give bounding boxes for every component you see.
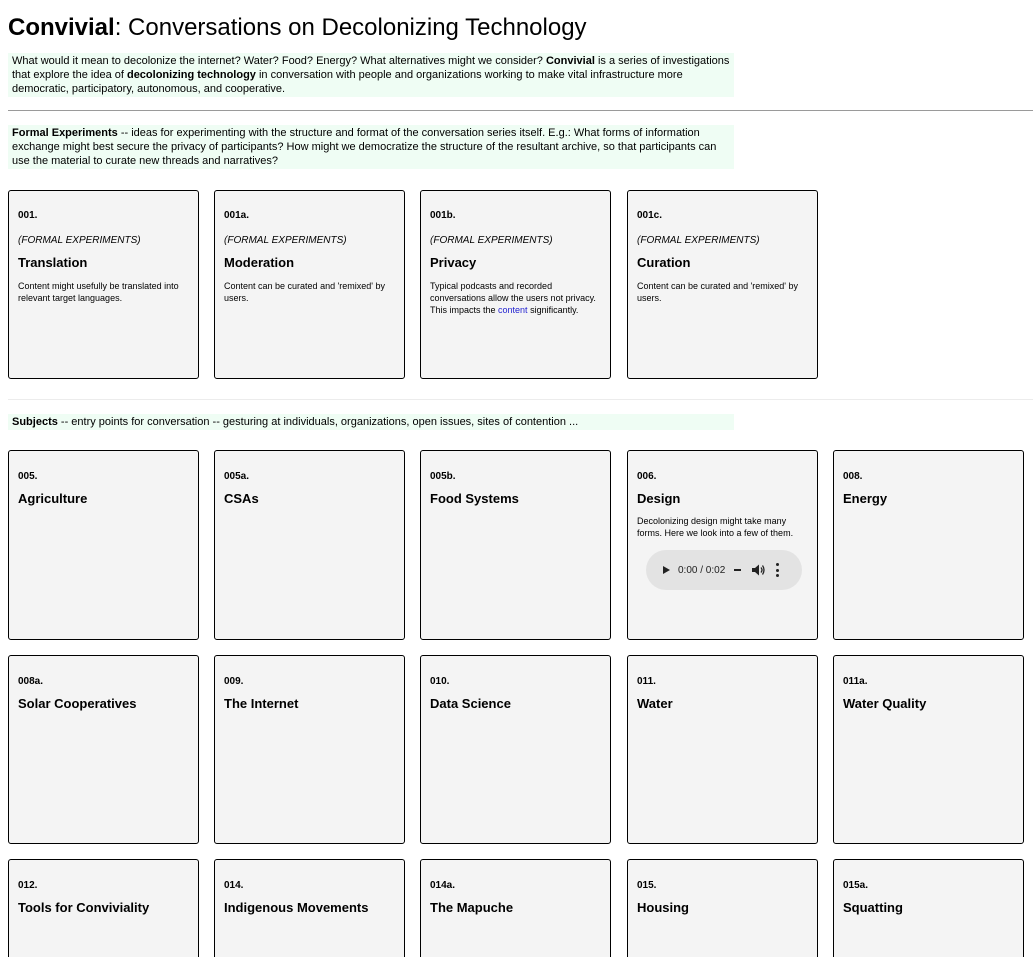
card-tools-for-conviviality[interactable]: 012. Tools for Conviviality	[8, 859, 199, 957]
intro-text: What would it mean to decolonize the int…	[8, 53, 734, 97]
card-number: 012.	[18, 880, 38, 891]
card-number: 014.	[224, 880, 244, 891]
card-energy[interactable]: 008. Energy	[833, 450, 1024, 640]
card-number: 009.	[224, 676, 244, 687]
card-number: 005a.	[224, 471, 250, 482]
card-description: Content can be curated and 'remixed' by …	[637, 281, 799, 303]
card-translation[interactable]: 001. (FORMAL EXPERIMENTS) Translation Co…	[8, 190, 199, 379]
card-title: Squatting	[843, 900, 903, 915]
card-number: 006.	[637, 471, 657, 482]
card-title: Translation	[18, 255, 88, 270]
card-number: 010.	[430, 676, 450, 687]
section-divider	[8, 110, 1033, 111]
subjects-intro: Subjects -- entry points for conversatio…	[8, 414, 734, 430]
card-water[interactable]: 011. Water	[627, 655, 818, 844]
volume-icon[interactable]	[751, 563, 765, 577]
page-title-brand: Convivial	[8, 14, 115, 41]
card-the-mapuche[interactable]: 014a. The Mapuche	[420, 859, 611, 957]
card-number: 011.	[637, 676, 656, 687]
section-divider-light	[8, 399, 1033, 400]
intro-bold-decolonizing-technology: decolonizing technology	[126, 69, 256, 81]
card-title: Water	[637, 696, 673, 711]
card-category: (FORMAL EXPERIMENTS)	[18, 235, 141, 246]
card-csas[interactable]: 005a. CSAs	[214, 450, 405, 640]
card-number: 001a.	[224, 210, 250, 221]
intro-part-1: What would it mean to decolonize the int…	[12, 55, 546, 67]
card-title: Tools for Conviviality	[18, 900, 150, 915]
card-category: (FORMAL EXPERIMENTS)	[224, 235, 347, 246]
card-number: 008.	[843, 471, 863, 482]
card-number: 015.	[637, 880, 657, 891]
card-title: Agriculture	[18, 491, 88, 506]
card-number: 001c.	[637, 210, 663, 221]
page-title: Convivial: Conversations on Decolonizing…	[8, 14, 587, 42]
card-number: 001b.	[430, 210, 456, 221]
card-description: Typical podcasts and recorded conversati…	[430, 280, 604, 316]
card-description-text-end: significantly.	[527, 305, 579, 315]
card-title: Moderation	[224, 255, 295, 270]
card-the-internet[interactable]: 009. The Internet	[214, 655, 405, 844]
subjects-text: -- entry points for conversation -- gest…	[57, 416, 579, 428]
audio-player[interactable]: 0:00 / 0:02	[646, 550, 802, 590]
card-category: (FORMAL EXPERIMENTS)	[637, 235, 760, 246]
card-title: The Internet	[224, 696, 299, 711]
card-number: 014a.	[430, 880, 456, 891]
more-options-icon[interactable]	[775, 563, 779, 577]
card-design[interactable]: 006. Design Decolonizing design might ta…	[627, 450, 818, 640]
card-moderation[interactable]: 001a. (FORMAL EXPERIMENTS) Moderation Co…	[214, 190, 405, 379]
card-title: Energy	[843, 491, 888, 506]
formal-experiments-text: -- ideas for experimenting with the stru…	[12, 127, 717, 167]
card-title: Privacy	[430, 255, 477, 270]
card-number: 015a.	[843, 880, 869, 891]
card-solar-cooperatives[interactable]: 008a. Solar Cooperatives	[8, 655, 199, 844]
card-title: Water Quality	[843, 696, 927, 711]
intro-bold-convivial: Convivial	[545, 55, 595, 67]
card-title: CSAs	[224, 491, 259, 506]
card-title: Housing	[637, 900, 689, 915]
card-description: Content might usefully be translated int…	[18, 281, 179, 303]
card-indigenous-movements[interactable]: 014. Indigenous Movements	[214, 859, 405, 957]
page-title-rest: : Conversations on Decolonizing Technolo…	[114, 14, 587, 41]
card-squatting[interactable]: 015a. Squatting	[833, 859, 1024, 957]
card-title: Data Science	[430, 696, 511, 711]
card-food-systems[interactable]: 005b. Food Systems	[420, 450, 611, 640]
card-number: 001.	[18, 210, 38, 221]
card-data-science[interactable]: 010. Data Science	[420, 655, 611, 844]
subjects-heading: Subjects	[12, 416, 58, 428]
content-link[interactable]: content	[498, 305, 528, 315]
card-title: Indigenous Movements	[224, 900, 369, 915]
card-number: 008a.	[18, 676, 44, 687]
progress-bar[interactable]	[734, 569, 742, 571]
card-privacy[interactable]: 001b. (FORMAL EXPERIMENTS) Privacy Typic…	[420, 190, 611, 379]
formal-experiments-intro: Formal Experiments -- ideas for experime…	[8, 125, 734, 169]
audio-time: 0:00 / 0:02	[678, 564, 726, 576]
card-number: 011a.	[843, 676, 868, 687]
play-icon[interactable]	[663, 566, 670, 574]
card-number: 005.	[18, 471, 38, 482]
card-title: The Mapuche	[430, 900, 514, 915]
card-description: Decolonizing design might take many form…	[637, 516, 794, 538]
card-curation[interactable]: 001c. (FORMAL EXPERIMENTS) Curation Cont…	[627, 190, 818, 379]
card-agriculture[interactable]: 005. Agriculture	[8, 450, 199, 640]
card-title: Food Systems	[430, 491, 519, 506]
card-housing[interactable]: 015. Housing	[627, 859, 818, 957]
card-title: Curation	[637, 255, 691, 270]
card-title: Design	[637, 491, 681, 506]
card-title: Solar Cooperatives	[18, 696, 137, 711]
card-water-quality[interactable]: 011a. Water Quality	[833, 655, 1024, 844]
card-number: 005b.	[430, 471, 456, 482]
formal-experiments-heading: Formal Experiments	[12, 127, 118, 139]
card-description: Content can be curated and 'remixed' by …	[224, 281, 386, 303]
card-category: (FORMAL EXPERIMENTS)	[430, 235, 553, 246]
